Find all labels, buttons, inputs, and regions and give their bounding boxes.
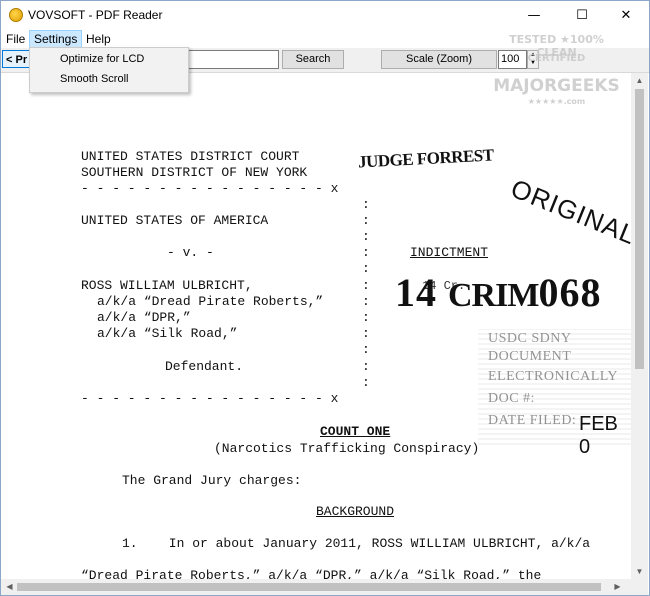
defendant-name: ROSS WILLIAM ULBRICHT, <box>81 278 253 293</box>
plaintiff-name: UNITED STATES OF AMERICA <box>81 213 269 228</box>
caption-divider: - - - - - - - - - - - - - - - - x <box>81 391 339 406</box>
app-window: VOVSOFT - PDF Reader — ☐ ✕ File Settings… <box>0 0 650 596</box>
title-bar[interactable]: VOVSOFT - PDF Reader — ☐ ✕ <box>1 1 649 30</box>
search-button[interactable]: Search <box>282 50 344 69</box>
scale-zoom-button[interactable]: Scale (Zoom) <box>381 50 497 69</box>
app-icon <box>9 8 23 22</box>
watermark-line: ★★★★★.com <box>527 97 586 106</box>
menu-settings[interactable]: Settings <box>29 30 83 48</box>
ecf-stamp-line: ELECTRONICALLY <box>488 369 619 384</box>
previous-page-button[interactable]: < Pr <box>2 50 32 68</box>
alias-line: a/k/a “DPR,” <box>97 310 191 325</box>
close-button[interactable]: ✕ <box>603 1 649 30</box>
scroll-up-icon[interactable]: ▲ <box>631 76 648 85</box>
menu-help[interactable]: Help <box>82 30 115 48</box>
case-number: 068 <box>538 270 602 315</box>
caption-colon: : <box>362 294 370 309</box>
caption-colon: : <box>362 310 370 325</box>
menu-item-smooth-scroll[interactable]: Smooth Scroll <box>60 73 128 85</box>
settings-dropdown: Optimize for LCD Smooth Scroll <box>29 47 189 93</box>
menu-item-optimize-lcd[interactable]: Optimize for LCD <box>60 53 144 65</box>
watermark-line: CERTIFIED <box>527 53 586 64</box>
filed-date-stamp: FEB 0 <box>579 413 618 458</box>
court-line: SOUTHERN DISTRICT OF NEW YORK <box>81 165 308 180</box>
versus-label: - v. - <box>167 245 214 260</box>
caption-colon: : <box>362 326 370 341</box>
majorgeeks-watermark: TESTED ★100% CLEAN CERTIFIED MAJORGEEKS … <box>488 31 625 111</box>
count-title: COUNT ONE <box>320 424 391 439</box>
scrollbar-corner <box>631 579 648 595</box>
count-subtitle: (Narcotics Trafficking Conspiracy) <box>214 441 480 456</box>
caption-colon: : <box>362 278 370 293</box>
court-line: UNITED STATES DISTRICT COURT <box>81 149 300 164</box>
alias-line: a/k/a “Dread Pirate Roberts,” <box>97 294 324 309</box>
document-view[interactable]: UNITED STATES DISTRICT COURT SOUTHERN DI… <box>1 73 631 579</box>
ecf-stamp-line: DOC #: <box>488 391 535 406</box>
ecf-stamp-line: USDC SDNY <box>488 331 572 346</box>
caption-colon: : <box>362 342 370 357</box>
horizontal-scroll-thumb[interactable] <box>17 583 601 591</box>
horizontal-scrollbar[interactable]: ◀ ▶ <box>1 579 631 595</box>
caption-divider: - - - - - - - - - - - - - - - - x <box>81 181 339 196</box>
ecf-stamp-line: DATE FILED: <box>488 413 577 428</box>
vertical-scrollbar[interactable]: ▲ ▼ <box>631 73 648 579</box>
judge-stamp: JUDGE FORREST <box>357 145 495 172</box>
case-prefix: 14 <box>395 270 437 315</box>
menu-file[interactable]: File <box>2 30 29 48</box>
case-crim: CRIM <box>448 277 539 314</box>
charges-line: The Grand Jury charges: <box>122 473 302 488</box>
caption-colon: : <box>362 359 370 374</box>
original-stamp: ORIGINAL <box>506 173 631 251</box>
minimize-button[interactable]: — <box>511 1 557 30</box>
caption-colon: : <box>362 375 370 390</box>
caption-colon: : <box>362 261 370 276</box>
paragraph-line: 1. In or about January 2011, ROSS WILLIA… <box>122 536 591 551</box>
watermark-line: MAJORGEEKS <box>493 76 620 96</box>
caption-colon: : <box>362 245 370 260</box>
maximize-button[interactable]: ☐ <box>559 1 605 30</box>
scroll-right-icon[interactable]: ▶ <box>609 582 626 591</box>
defendant-label: Defendant. <box>165 359 244 374</box>
vertical-scroll-thumb[interactable] <box>635 89 644 369</box>
window-title: VOVSOFT - PDF Reader <box>28 8 163 22</box>
search-input[interactable] <box>187 50 279 69</box>
indictment-heading: INDICTMENT <box>410 245 489 260</box>
case-number-stamp: 14 CRIM068 <box>395 269 601 316</box>
paragraph-line: “Dread Pirate Roberts,” a/k/a “DPR,” a/k… <box>81 568 542 579</box>
caption-colon: : <box>362 213 370 228</box>
scroll-down-icon[interactable]: ▼ <box>631 567 648 576</box>
scroll-left-icon[interactable]: ◀ <box>1 582 18 591</box>
ecf-stamp-line: DOCUMENT <box>488 349 572 364</box>
caption-colon: : <box>362 229 370 244</box>
alias-line: a/k/a “Silk Road,” <box>97 326 238 341</box>
caption-colon: : <box>362 197 370 212</box>
background-heading: BACKGROUND <box>316 504 395 519</box>
